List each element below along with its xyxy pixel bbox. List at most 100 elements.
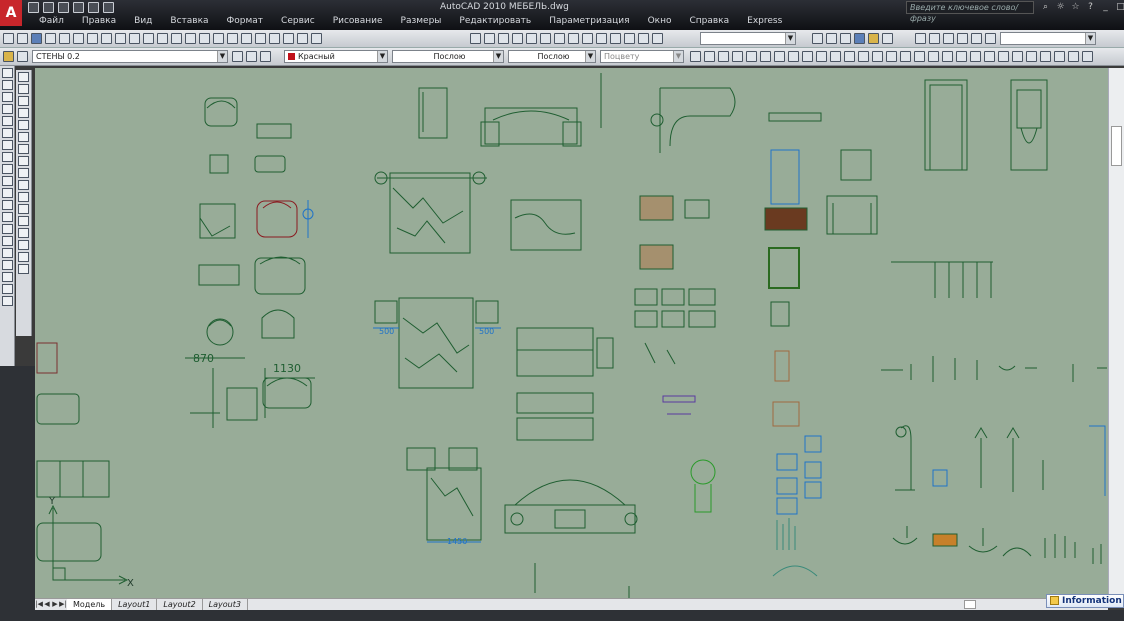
- horizontal-scroll-thumb[interactable]: [964, 600, 976, 609]
- dim-ordinate-icon[interactable]: [970, 51, 981, 62]
- help-icon[interactable]: ?: [1085, 2, 1096, 13]
- open-icon[interactable]: [43, 2, 54, 13]
- ornate-bed-block[interactable]: [504, 479, 638, 598]
- zoom-out-icon[interactable]: [943, 33, 954, 44]
- revcloud-icon[interactable]: [2, 152, 13, 162]
- application-menu-button[interactable]: A: [0, 0, 22, 26]
- help-search-input[interactable]: Введите ключевое слово/фразу: [906, 1, 1034, 23]
- menu-express[interactable]: Express: [738, 15, 791, 29]
- zoom-in-icon[interactable]: [929, 33, 940, 44]
- render-lighting-icon[interactable]: [868, 33, 879, 44]
- snap-none-icon[interactable]: [900, 51, 911, 62]
- walk-icon[interactable]: [596, 33, 607, 44]
- menu-tools[interactable]: Сервис: [272, 15, 324, 29]
- redo-tool-icon[interactable]: [157, 33, 168, 44]
- tab-layout2[interactable]: Layout2: [157, 599, 203, 610]
- make-block-icon[interactable]: [2, 212, 13, 222]
- open-file-icon[interactable]: [17, 33, 28, 44]
- design-center-icon[interactable]: [241, 33, 252, 44]
- zoom-window-icon[interactable]: [199, 33, 210, 44]
- pan-icon[interactable]: [171, 33, 182, 44]
- armchair-block[interactable]: [204, 97, 292, 174]
- add-selected-icon[interactable]: [2, 296, 13, 306]
- view-combo[interactable]: ▼: [700, 32, 796, 45]
- dining-table-block[interactable]: [650, 87, 736, 153]
- snap-extension-icon[interactable]: [774, 51, 785, 62]
- trim-icon[interactable]: [18, 180, 29, 190]
- redo-icon[interactable]: [88, 2, 99, 13]
- menu-window[interactable]: Окно: [639, 15, 681, 29]
- snap-parallel-icon[interactable]: [844, 51, 855, 62]
- tab-model[interactable]: Модель: [67, 599, 113, 610]
- zoom-all-icon[interactable]: [957, 33, 968, 44]
- chandeliers-block[interactable]: [892, 526, 1102, 564]
- bring-above-icon[interactable]: [498, 33, 509, 44]
- gradient-icon[interactable]: [2, 248, 13, 258]
- binoculars-icon[interactable]: ⌕: [1040, 2, 1051, 13]
- ellipse-icon[interactable]: [2, 176, 13, 186]
- polyline-icon[interactable]: [2, 92, 13, 102]
- scale-icon[interactable]: [18, 156, 29, 166]
- snap-temp-track-icon[interactable]: [690, 51, 701, 62]
- publish-icon[interactable]: [73, 33, 84, 44]
- fly-icon[interactable]: [610, 33, 621, 44]
- dim-baseline-icon[interactable]: [1026, 51, 1037, 62]
- center-mark-icon[interactable]: [1082, 51, 1093, 62]
- round-chair-block[interactable]: [206, 309, 312, 409]
- insert-block-icon[interactable]: [2, 200, 13, 210]
- door-frame-block[interactable]: [418, 73, 602, 139]
- break-icon[interactable]: [18, 216, 29, 226]
- prev-tab-icon[interactable]: ◀: [43, 600, 51, 609]
- extend-icon[interactable]: [18, 192, 29, 202]
- snap-from-icon[interactable]: [704, 51, 715, 62]
- camera-icon[interactable]: [624, 33, 635, 44]
- last-tab-icon[interactable]: ▶|: [59, 600, 67, 609]
- region-icon[interactable]: [2, 260, 13, 270]
- zoom-realtime-icon[interactable]: [185, 33, 196, 44]
- lamps-row-block[interactable]: [881, 356, 1107, 382]
- point-icon[interactable]: [2, 224, 13, 234]
- materials-icon[interactable]: [652, 33, 663, 44]
- ellipse-arc-icon[interactable]: [2, 188, 13, 198]
- properties-icon[interactable]: [227, 33, 238, 44]
- help-tool-icon[interactable]: [311, 33, 322, 44]
- render-sphere-icon[interactable]: [854, 33, 865, 44]
- arc-icon[interactable]: [2, 128, 13, 138]
- snap-nearest-icon[interactable]: [886, 51, 897, 62]
- cut-icon[interactable]: [87, 33, 98, 44]
- snap-tangent-icon[interactable]: [816, 51, 827, 62]
- save-file-icon[interactable]: [31, 33, 42, 44]
- menu-modify[interactable]: Редактировать: [450, 15, 540, 29]
- render-setup-icon[interactable]: [882, 33, 893, 44]
- new-icon[interactable]: [28, 2, 39, 13]
- layer-match-icon[interactable]: [260, 51, 271, 62]
- vertical-scroll-thumb[interactable]: [1111, 126, 1122, 166]
- chamfer-icon[interactable]: [18, 240, 29, 250]
- undo-icon[interactable]: [73, 2, 84, 13]
- vertical-scrollbar[interactable]: [1108, 68, 1124, 598]
- information-balloon[interactable]: Information: [1046, 594, 1124, 608]
- minimize-icon[interactable]: _: [1100, 2, 1111, 13]
- menu-parametric[interactable]: Параметризация: [540, 15, 638, 29]
- explode-icon[interactable]: [18, 264, 29, 274]
- first-tab-icon[interactable]: |◀: [35, 600, 43, 609]
- make-current-icon[interactable]: [232, 51, 243, 62]
- menu-insert[interactable]: Вставка: [161, 15, 217, 29]
- save-icon[interactable]: [58, 2, 69, 13]
- view-3d-icon[interactable]: [568, 33, 579, 44]
- menu-file[interactable]: Файл: [30, 15, 73, 29]
- rug-block[interactable]: [510, 199, 582, 251]
- workspace-combo[interactable]: ▼: [1000, 32, 1096, 45]
- vase-block[interactable]: [772, 518, 818, 577]
- move-icon[interactable]: [18, 132, 29, 142]
- mirror-block[interactable]: [764, 112, 822, 427]
- door-elevation-block[interactable]: [924, 79, 1048, 171]
- multiline-text-icon[interactable]: [2, 284, 13, 294]
- layer-previous-icon[interactable]: [246, 51, 257, 62]
- sheet-set-icon[interactable]: [269, 33, 280, 44]
- tab-layout3[interactable]: Layout3: [203, 599, 248, 610]
- bed-plan-block[interactable]: [374, 171, 487, 254]
- layer-combo[interactable]: СТЕНЫ 0.2 ▼: [32, 50, 228, 63]
- rotate-icon[interactable]: [18, 144, 29, 154]
- tab-layout1[interactable]: Layout1: [112, 599, 158, 610]
